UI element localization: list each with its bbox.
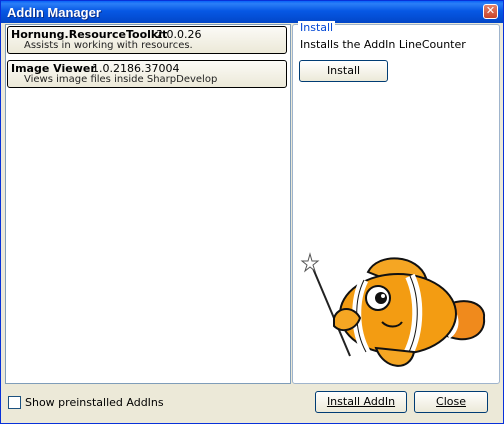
title-bar[interactable]: AddIn Manager ✕ — [1, 1, 503, 23]
close-button[interactable]: Close — [414, 391, 488, 413]
show-preinstalled-checkbox[interactable] — [8, 396, 21, 409]
install-description: Installs the AddIn LineCounter — [300, 38, 466, 51]
window-close-button[interactable]: ✕ — [483, 4, 498, 19]
wand-star-icon — [300, 252, 320, 273]
clownfish-mascot-image — [300, 252, 486, 367]
addin-list[interactable]: Hornung.ResourceToolkit 2.0.0.26 Assists… — [5, 24, 291, 384]
addin-description: Views image files inside SharpDevelop — [24, 74, 218, 85]
addin-item-resource-toolkit[interactable]: Hornung.ResourceToolkit 2.0.0.26 Assists… — [7, 26, 287, 54]
addin-description: Assists in working with resources. — [24, 40, 193, 51]
install-group-legend: Install — [298, 21, 336, 34]
addin-item-image-viewer[interactable]: Image Viewer 1.0.2186.37004 Views image … — [7, 60, 287, 88]
show-preinstalled-label: Show preinstalled AddIns — [25, 396, 164, 409]
install-addin-label: Install AddIn — [326, 395, 396, 408]
close-icon: ✕ — [485, 4, 496, 17]
window-title: AddIn Manager — [7, 5, 101, 20]
install-button[interactable]: Install — [299, 60, 388, 82]
install-addin-button[interactable]: Install AddIn — [315, 391, 407, 413]
close-label: Close — [436, 395, 466, 408]
